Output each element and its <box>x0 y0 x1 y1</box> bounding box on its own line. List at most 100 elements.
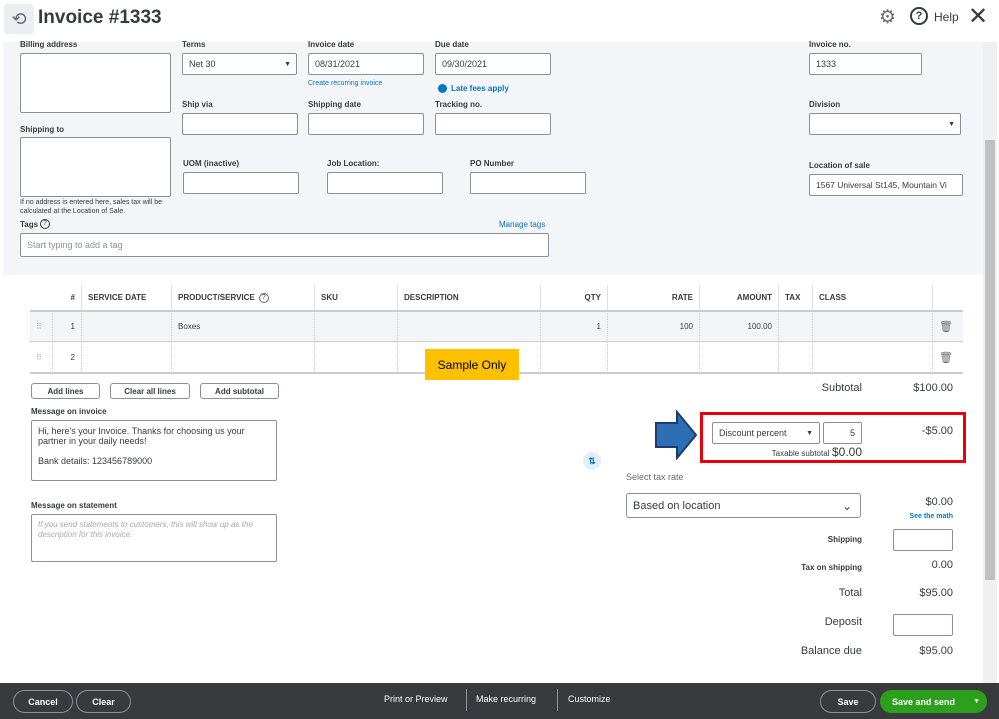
shipping-date-label: Shipping date <box>308 100 361 109</box>
scrollbar[interactable] <box>983 42 997 683</box>
invoice-no-input[interactable]: 1333 <box>809 53 922 75</box>
service-date-cell[interactable] <box>82 311 172 342</box>
invoice-date-input[interactable]: 08/31/2021 <box>308 53 424 75</box>
deposit-input[interactable] <box>893 614 953 636</box>
qty-cell[interactable]: 1 <box>541 311 608 342</box>
uom-label: UOM (inactive) <box>183 159 240 168</box>
rate-cell[interactable]: 100 <box>608 311 700 342</box>
terms-select[interactable]: Net 30 ▼ <box>182 53 297 75</box>
service-date-cell[interactable] <box>82 342 172 373</box>
tracking-label: Tracking no. <box>435 100 483 109</box>
column-header-description: DESCRIPTION <box>398 285 541 310</box>
subtotal-label: Subtotal <box>821 382 862 394</box>
chevron-down-icon: ▼ <box>806 429 813 437</box>
column-header-rate: RATE <box>608 285 700 310</box>
product-cell[interactable] <box>172 342 315 373</box>
trash-icon[interactable]: 🗑 <box>933 342 963 373</box>
shipping-date-input[interactable] <box>308 113 424 135</box>
create-recurring-link[interactable]: Create recurring invoice <box>308 80 382 87</box>
amount-cell[interactable]: 100.00 <box>700 311 779 342</box>
po-number-input[interactable] <box>470 172 586 194</box>
due-date-label: Due date <box>435 40 469 49</box>
scrollbar-thumb[interactable] <box>985 140 995 580</box>
division-select[interactable]: ▼ <box>809 113 961 135</box>
column-header-product: PRODUCT/SERVICE? <box>172 285 315 310</box>
chevron-down-icon[interactable]: ▼ <box>973 698 980 705</box>
tax-rate-value: Based on location <box>633 499 721 512</box>
location-of-sale-input[interactable]: 1567 Universal St145, Mountain Vi <box>809 174 963 196</box>
total-label: Total <box>838 587 862 599</box>
product-cell[interactable]: Boxes <box>172 311 315 342</box>
discount-type-select[interactable]: Discount percent ▼ <box>712 422 820 444</box>
tags-input[interactable]: Start typing to add a tag <box>20 233 549 257</box>
due-date-input[interactable]: 09/30/2021 <box>435 53 551 75</box>
drag-handle-icon[interactable]: ⠿ <box>30 342 53 373</box>
shipping-to-input[interactable] <box>20 137 171 197</box>
discount-value-input[interactable]: 5 <box>823 422 862 444</box>
shipping-label: Shipping <box>827 535 862 544</box>
recent-transactions-icon[interactable]: ⟲ <box>4 4 34 34</box>
class-cell[interactable] <box>813 311 933 342</box>
tax-value: $0.00 <box>925 496 953 508</box>
class-cell[interactable] <box>813 342 933 373</box>
customize-link[interactable]: Customize <box>568 694 611 704</box>
help-icon[interactable]: ? <box>910 7 928 25</box>
location-of-sale-label: Location of sale <box>809 161 870 170</box>
help-icon[interactable]: ? <box>258 292 269 303</box>
clear-all-lines-button[interactable]: Clear all lines <box>110 383 190 399</box>
ship-via-label: Ship via <box>182 100 213 109</box>
uom-input[interactable] <box>183 172 299 194</box>
job-location-label: Job Location: <box>327 159 380 168</box>
row-number: 2 <box>53 342 82 373</box>
billing-address-input[interactable] <box>20 53 171 113</box>
page-title: Invoice #1333 <box>38 7 162 28</box>
sku-cell[interactable] <box>315 342 398 373</box>
add-lines-button[interactable]: Add lines <box>31 383 100 399</box>
discount-type-value: Discount percent <box>719 428 787 438</box>
rate-cell[interactable] <box>608 342 700 373</box>
tax-rate-select[interactable]: Based on location ⌄ <box>626 493 861 518</box>
tax-cell[interactable] <box>779 342 813 373</box>
add-subtotal-button[interactable]: Add subtotal <box>200 383 279 399</box>
cancel-button[interactable]: Cancel <box>13 690 73 713</box>
manage-tags-link[interactable]: Manage tags <box>499 220 545 229</box>
tax-on-shipping-label: Tax on shipping <box>801 563 862 572</box>
help-icon[interactable]: ? <box>40 219 50 229</box>
tags-label: Tags <box>20 220 39 229</box>
chevron-down-icon: ▼ <box>948 120 955 128</box>
message-statement-input[interactable]: If you send statements to customers, thi… <box>31 514 277 562</box>
job-location-input[interactable] <box>327 172 443 194</box>
description-cell[interactable] <box>398 311 541 342</box>
chevron-down-icon: ▼ <box>284 60 291 68</box>
save-and-send-button[interactable]: Save and send ▼ <box>880 690 987 713</box>
column-header-qty: QTY <box>541 285 608 310</box>
shipping-input[interactable] <box>893 529 953 551</box>
see-the-math-link[interactable]: See the math <box>870 513 953 520</box>
save-button[interactable]: Save <box>820 690 876 713</box>
chevron-down-icon: ⌄ <box>841 498 852 513</box>
clear-button[interactable]: Clear <box>76 690 131 713</box>
subtotal-value: $100.00 <box>913 382 953 394</box>
trash-icon[interactable]: 🗑 <box>933 311 963 342</box>
sku-cell[interactable] <box>315 311 398 342</box>
column-header-class: CLASS <box>813 285 933 310</box>
tax-cell[interactable] <box>779 311 813 342</box>
column-header-amount: AMOUNT <box>700 285 779 310</box>
tax-on-shipping-value: 0.00 <box>931 559 953 571</box>
invoice-no-label: Invoice no. <box>809 40 851 49</box>
gear-icon[interactable]: ⚙ <box>879 6 896 29</box>
message-invoice-input[interactable]: Hi, here's your Invoice. Thanks for choo… <box>31 420 277 481</box>
drag-handle-icon[interactable]: ⠿ <box>30 311 53 342</box>
make-recurring-link[interactable]: Make recurring <box>476 694 536 704</box>
close-icon[interactable]: ✕ <box>968 2 988 31</box>
message-invoice-label: Message on invoice <box>31 407 107 416</box>
tracking-input[interactable] <box>435 113 551 135</box>
print-preview-link[interactable]: Print or Preview <box>384 694 448 704</box>
swap-icon[interactable]: ⇅ <box>583 452 601 470</box>
qty-cell[interactable] <box>541 342 608 373</box>
late-fees-link[interactable]: Late fees apply <box>451 84 509 93</box>
amount-cell[interactable] <box>700 342 779 373</box>
help-link[interactable]: Help <box>934 10 959 24</box>
ship-via-input[interactable] <box>182 113 298 135</box>
tax-rate-label: Select tax rate <box>626 472 684 482</box>
